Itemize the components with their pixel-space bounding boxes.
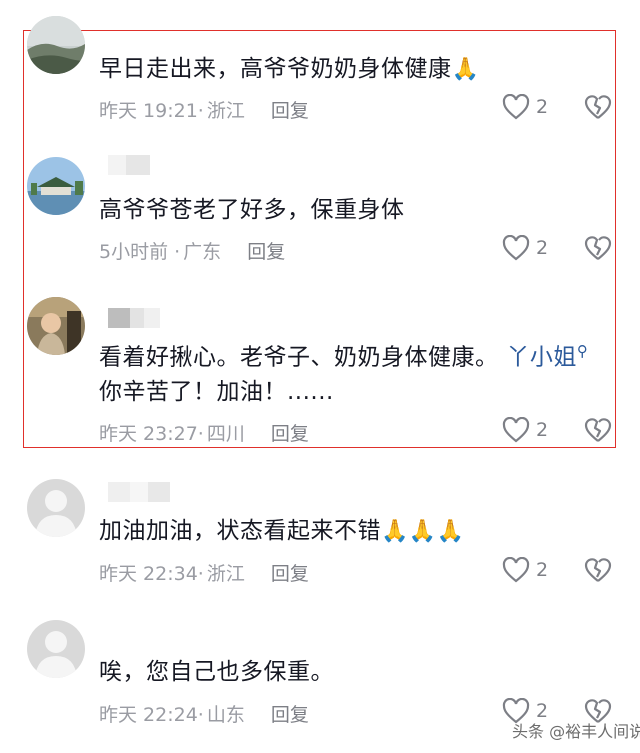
username-blurred bbox=[108, 308, 160, 328]
avatar[interactable] bbox=[27, 620, 85, 678]
avatar[interactable] bbox=[27, 297, 85, 355]
reply-button[interactable]: 回复 bbox=[247, 237, 285, 264]
like-count: 2 bbox=[536, 237, 549, 259]
avatar[interactable] bbox=[27, 157, 85, 215]
username-blurred bbox=[108, 482, 170, 502]
like-count: 2 bbox=[536, 559, 549, 581]
comment-text-line2: 你辛苦了！加油！...... bbox=[99, 379, 334, 405]
reply-button[interactable]: 回复 bbox=[271, 700, 309, 727]
comment-time: 昨天 23:27· bbox=[99, 423, 204, 445]
avatar-pavilion-image bbox=[27, 157, 85, 215]
like-count: 2 bbox=[536, 96, 549, 118]
avatar-landscape-image bbox=[27, 16, 85, 74]
broken-heart-icon bbox=[584, 95, 612, 119]
heart-icon bbox=[502, 417, 530, 443]
comment-meta: 昨天 23:27· 四川 回复 bbox=[99, 419, 309, 446]
dislike-button[interactable] bbox=[584, 556, 612, 588]
default-avatar-icon bbox=[27, 479, 85, 537]
comment-text: 高爷爷苍老了好多，保重身体 bbox=[99, 197, 405, 223]
avatar[interactable] bbox=[27, 16, 85, 74]
dislike-button[interactable] bbox=[584, 93, 612, 125]
reply-button[interactable]: 回复 bbox=[271, 419, 309, 446]
broken-heart-icon bbox=[584, 236, 612, 260]
watermark: 头条 @裕丰人间说 bbox=[512, 722, 640, 741]
comment-location: 四川 bbox=[206, 423, 245, 445]
like-button[interactable]: 2 bbox=[502, 235, 548, 261]
heart-icon bbox=[502, 557, 530, 583]
mention-link[interactable]: 丫小姐 bbox=[506, 345, 577, 371]
comment-time: 昨天 22:24· bbox=[99, 704, 204, 726]
search-icon: ⚲ bbox=[576, 342, 589, 360]
comment-text: 加油加油，状态看起来不错🙏🙏🙏 bbox=[99, 518, 465, 544]
pray-emoji: 🙏 bbox=[451, 57, 480, 82]
dislike-button[interactable] bbox=[584, 234, 612, 266]
reply-button[interactable]: 回复 bbox=[271, 559, 309, 586]
comment-time: 昨天 19:21· bbox=[99, 100, 204, 122]
comment-text: 唉，您自己也多保重。 bbox=[99, 659, 334, 685]
broken-heart-icon bbox=[584, 418, 612, 442]
username-blurred bbox=[108, 155, 150, 175]
default-avatar-icon bbox=[27, 620, 85, 678]
like-button[interactable]: 2 bbox=[502, 417, 548, 443]
like-button[interactable]: 2 bbox=[502, 94, 548, 120]
comment-meta: 昨天 19:21· 浙江 回复 bbox=[99, 96, 309, 123]
like-button[interactable]: 2 bbox=[502, 557, 548, 583]
comment-location: 广东 bbox=[183, 241, 222, 263]
comment-location: 浙江 bbox=[206, 100, 245, 122]
comment-location: 浙江 bbox=[206, 563, 245, 585]
dislike-button[interactable] bbox=[584, 416, 612, 448]
comment-time: 昨天 22:34· bbox=[99, 563, 204, 585]
comment-time: 5小时前 · bbox=[99, 241, 181, 263]
pray-emoji: 🙏🙏🙏 bbox=[381, 519, 465, 544]
comment-meta: 昨天 22:24· 山东 回复 bbox=[99, 700, 309, 727]
heart-icon bbox=[502, 235, 530, 261]
comment-text: 早日走出来，高爷爷奶奶身体健康🙏 bbox=[99, 56, 480, 82]
comment-location: 山东 bbox=[206, 704, 245, 726]
like-count: 2 bbox=[536, 419, 549, 441]
avatar[interactable] bbox=[27, 479, 85, 537]
comment-meta: 5小时前 · 广东 回复 bbox=[99, 237, 285, 264]
broken-heart-icon bbox=[584, 558, 612, 582]
comment-text: 看着好揪心。老爷子、奶奶身体健康。 丫小姐⚲ bbox=[99, 342, 589, 371]
comment-meta: 昨天 22:34· 浙江 回复 bbox=[99, 559, 309, 586]
heart-icon bbox=[502, 94, 530, 120]
avatar-child-image bbox=[27, 297, 85, 355]
reply-button[interactable]: 回复 bbox=[271, 96, 309, 123]
